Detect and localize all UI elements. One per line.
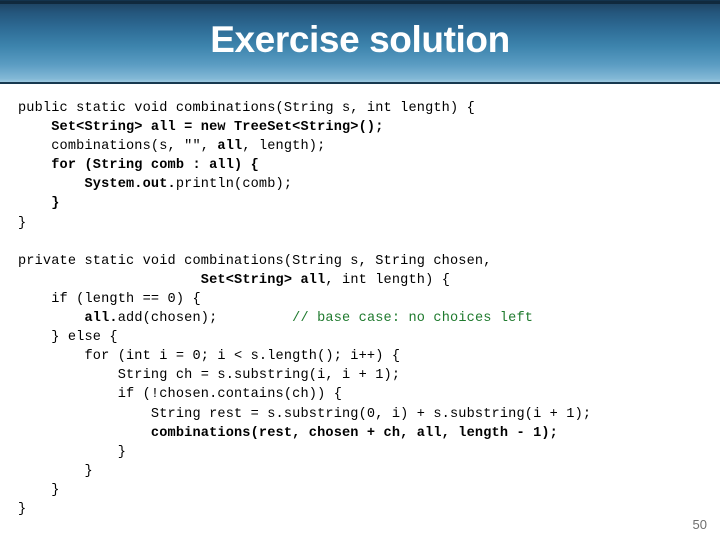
slide: Exercise solution public static void com… [0,0,720,540]
code-token: Set<String> all [200,272,326,288]
code-token: String ch = s.substring(i, i + 1); [18,368,401,384]
code-line: } [18,194,708,213]
code-token: for (String comb : all) { [18,158,259,174]
code-token: all [217,139,243,155]
code-line: System.out.println(comb); [18,175,708,194]
code-line: combinations(rest, chosen + ch, all, len… [18,424,708,443]
code-line: combinations(s, "", all, length); [18,137,708,156]
slide-number: 50 [692,517,707,532]
code-block: public static void combinations(String s… [18,99,708,519]
code-token: } [18,215,27,231]
code-line: } [18,481,708,500]
code-token: public static void combinations(String s… [18,101,475,116]
code-token: System.out. [18,177,176,193]
code-line: private static void combinations(String … [18,252,708,271]
code-token: } [18,482,60,498]
code-line: all.add(chosen); // base case: no choice… [18,309,708,328]
code-token: } [18,444,126,460]
code-token: private static void combinations(String … [18,253,492,269]
code-token: , int length) { [325,272,451,288]
code-token: if (!chosen.contains(ch)) { [18,387,342,403]
code-line: } [18,214,708,233]
code-comment: // base case: no choices left [292,311,534,327]
code-token: if (length == 0) { [18,291,201,307]
code-token: add(chosen); [117,311,293,327]
code-line: String rest = s.substring(0, i) + s.subs… [18,405,708,424]
code-token: } [18,501,27,517]
code-line: if (!chosen.contains(ch)) { [18,385,708,404]
code-token: String rest = s.substring(0, i) + s.subs… [18,406,592,422]
code-token: Set<String> all = new TreeSet<String>(); [18,120,384,136]
code-token: } [18,196,60,212]
code-token: println(comb); [175,177,293,193]
code-line: Set<String> all = new TreeSet<String>(); [18,118,708,137]
code-line: } [18,443,708,462]
code-line: } else { [18,328,708,347]
code-token: for (int i = 0; i < s.length(); i++) { [18,349,401,365]
code-token: all. [84,311,118,327]
code-line: public static void combinations(String s… [18,99,708,118]
code-line: } [18,462,708,481]
code-token: combinations(s, "", [18,139,218,155]
code-line: String ch = s.substring(i, i + 1); [18,366,708,385]
code-token: , length); [242,139,326,155]
code-line: if (length == 0) { [18,290,708,309]
code-line: for (String comb : all) { [18,156,708,175]
code-line: } [18,500,708,519]
code-token: } else { [18,330,118,346]
title-banner: Exercise solution [0,0,720,84]
code-token: } [18,463,93,479]
page-title: Exercise solution [210,19,510,60]
code-line: Set<String> all, int length) { [18,271,708,290]
code-token: combinations(rest, chosen + ch, all, len… [18,425,558,441]
code-line: for (int i = 0; i < s.length(); i++) { [18,347,708,366]
